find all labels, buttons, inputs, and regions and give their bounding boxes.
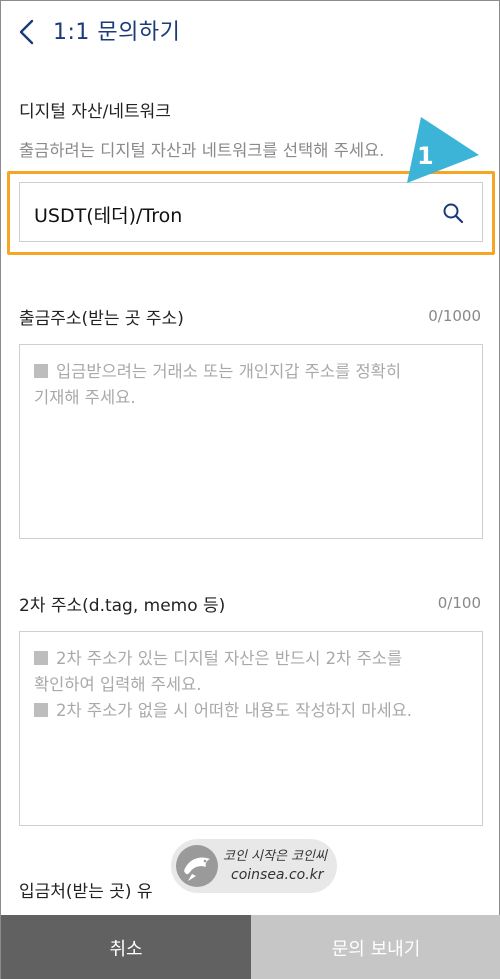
bullet-square-icon <box>34 651 48 665</box>
withdraw-placeholder-line1: 입금받으려는 거래소 또는 개인지갑 주소를 정확히 <box>56 362 402 381</box>
secondary-address-label: 2차 주소(d.tag, memo 등) <box>19 596 226 616</box>
withdraw-address-counter: 0/1000 <box>428 307 481 325</box>
network-select-field[interactable]: USDT(테더)/Tron <box>19 182 483 242</box>
search-icon[interactable] <box>442 202 464 224</box>
secondary-address-counter: 0/100 <box>437 594 481 612</box>
secondary-placeholder-line2: 확인하여 입력해 주세요. <box>34 675 202 694</box>
deposit-type-label: 입금처(받는 곳) 유 <box>19 882 153 902</box>
bottom-action-bar: 취소 문의 보내기 <box>1 915 500 979</box>
app-frame: 1:1 문의하기 디지털 자산/네트워크 출금하려는 디지털 자산과 네트워크를… <box>0 0 500 979</box>
secondary-placeholder-line1: 2차 주소가 있는 디지털 자산은 반드시 2차 주소를 <box>56 649 403 668</box>
dolphin-logo-icon <box>176 845 218 887</box>
secondary-address-input[interactable]: 2차 주소가 있는 디지털 자산은 반드시 2차 주소를 확인하여 입력해 주세… <box>19 631 483 826</box>
watermark-url: coinsea.co.kr <box>231 867 324 883</box>
chevron-left-icon[interactable] <box>15 17 39 47</box>
network-value: USDT(테더)/Tron <box>34 205 183 227</box>
secondary-placeholder-line3: 2차 주소가 없을 시 어떠한 내용도 작성하지 마세요. <box>56 701 413 720</box>
withdraw-address-input[interactable]: 입금받으려는 거래소 또는 개인지갑 주소를 정확히 기재해 주세요. <box>19 344 483 539</box>
watermark-slogan: 코인 시작은 코인씨 <box>223 849 327 864</box>
pointer-arrow-icon <box>407 117 479 183</box>
network-label: 디지털 자산/네트워크 <box>19 102 171 122</box>
withdraw-placeholder-line2: 기재해 주세요. <box>34 388 136 407</box>
step-number: 1 <box>417 142 434 170</box>
watermark: 코인 시작은 코인씨 coinsea.co.kr <box>171 839 337 893</box>
send-inquiry-button[interactable]: 문의 보내기 <box>251 915 500 979</box>
bullet-square-icon <box>34 703 48 717</box>
bullet-square-icon <box>34 364 48 378</box>
header: 1:1 문의하기 <box>1 1 500 63</box>
page-title: 1:1 문의하기 <box>53 20 181 45</box>
cancel-button[interactable]: 취소 <box>1 915 251 979</box>
withdraw-address-label: 출금주소(받는 곳 주소) <box>19 309 184 329</box>
